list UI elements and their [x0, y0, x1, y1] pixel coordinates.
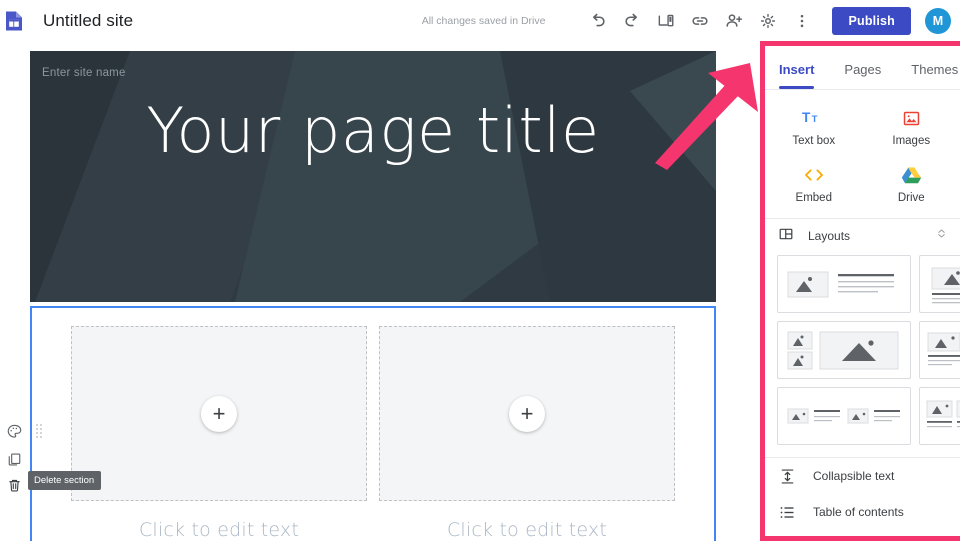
site-name-placeholder[interactable]: Enter site name [42, 67, 126, 79]
duplicate-icon[interactable] [2, 447, 27, 472]
add-content-button[interactable]: + [509, 395, 545, 432]
layouts-label: Layouts [808, 229, 851, 243]
google-sites-editor: Untitled site All changes saved in Drive [0, 0, 960, 541]
insert-drive[interactable]: Drive [863, 163, 960, 204]
layout-options-grid [765, 253, 960, 455]
insert-collapsible-text[interactable]: Collapsible text [765, 458, 960, 494]
placeholder-caption[interactable]: Click to edit text [379, 519, 675, 541]
banner-pattern [30, 51, 716, 302]
svg-text:T: T [802, 110, 811, 125]
google-sites-logo[interactable] [2, 9, 26, 33]
drive-icon [901, 163, 922, 187]
insert-images[interactable]: Images [863, 106, 960, 147]
image-placeholder[interactable]: + [71, 326, 367, 501]
tab-themes[interactable]: Themes [911, 62, 958, 88]
layout-four-image-four-text[interactable] [919, 387, 960, 445]
insert-text-box[interactable]: T T Text box [765, 106, 863, 147]
list-item-label: Collapsible text [813, 469, 895, 483]
images-icon [902, 106, 921, 130]
placeholder-caption[interactable]: Click to edit text [71, 519, 367, 541]
svg-text:T: T [811, 114, 817, 125]
insert-embed[interactable]: Embed [765, 163, 863, 204]
trash-icon[interactable] [2, 473, 27, 498]
insert-panel: Insert Pages Themes T T Text box Images … [760, 41, 960, 541]
more-icon[interactable] [785, 4, 819, 38]
toolbar-icon-group: Publish M [581, 4, 960, 38]
page-banner[interactable]: Enter site name Your page title [30, 51, 716, 302]
layout-three-image-three-text[interactable] [919, 321, 960, 379]
tab-insert[interactable]: Insert [779, 62, 815, 89]
link-icon[interactable] [683, 4, 717, 38]
add-content-button[interactable]: + [201, 395, 237, 432]
insert-label: Text box [792, 135, 836, 147]
insert-label: Drive [897, 192, 925, 204]
section-action-rail [0, 41, 30, 541]
avatar[interactable]: M [925, 7, 951, 34]
top-toolbar: Untitled site All changes saved in Drive [0, 0, 960, 41]
document-title[interactable]: Untitled site [43, 11, 133, 31]
layout-image-left-text-right[interactable] [777, 255, 911, 313]
insert-label: Images [892, 135, 931, 147]
insert-options-grid: T T Text box Images Embed Drive [765, 90, 960, 219]
panel-tabs: Insert Pages Themes [765, 46, 960, 90]
section-drag-handle[interactable] [35, 423, 43, 441]
layouts-grid-icon [778, 226, 794, 247]
layout-two-image-two-text[interactable] [919, 255, 960, 313]
table-of-contents-icon [778, 505, 796, 520]
placeholder-column: + Click to edit text [379, 326, 675, 541]
preview-icon[interactable] [649, 4, 683, 38]
text-box-icon: T T [802, 106, 826, 130]
list-item-label: Table of contents [813, 505, 904, 519]
image-placeholder[interactable]: + [379, 326, 675, 501]
delete-section-tooltip: Delete section [28, 471, 102, 490]
insert-label: Embed [795, 192, 832, 204]
page-title[interactable]: Your page title [30, 97, 716, 165]
share-icon[interactable] [717, 4, 751, 38]
insert-table-of-contents[interactable]: Table of contents [765, 494, 960, 530]
palette-icon[interactable] [2, 419, 27, 444]
layouts-header[interactable]: Layouts [765, 219, 960, 253]
collapse-chevron-icon[interactable] [935, 227, 948, 245]
publish-button[interactable]: Publish [832, 6, 911, 35]
content-section[interactable]: + Click to edit text + Click to edit tex… [30, 306, 716, 541]
placeholder-grid: + Click to edit text + Click to edit tex… [32, 308, 714, 541]
placeholder-column: + Click to edit text [71, 326, 367, 541]
layout-two-small-image-text-pairs[interactable] [777, 387, 911, 445]
layout-two-small-one-large-image[interactable] [777, 321, 911, 379]
tab-pages[interactable]: Pages [844, 62, 881, 88]
save-status: All changes saved in Drive [421, 14, 546, 27]
page-canvas: Enter site name Your page title + Click … [30, 41, 760, 541]
insert-panel-body: Insert Pages Themes T T Text box Images … [765, 46, 960, 536]
redo-icon[interactable] [615, 4, 649, 38]
collapsible-text-icon [778, 468, 796, 485]
undo-icon[interactable] [581, 4, 615, 38]
settings-icon[interactable] [751, 4, 785, 38]
embed-icon [803, 163, 825, 187]
